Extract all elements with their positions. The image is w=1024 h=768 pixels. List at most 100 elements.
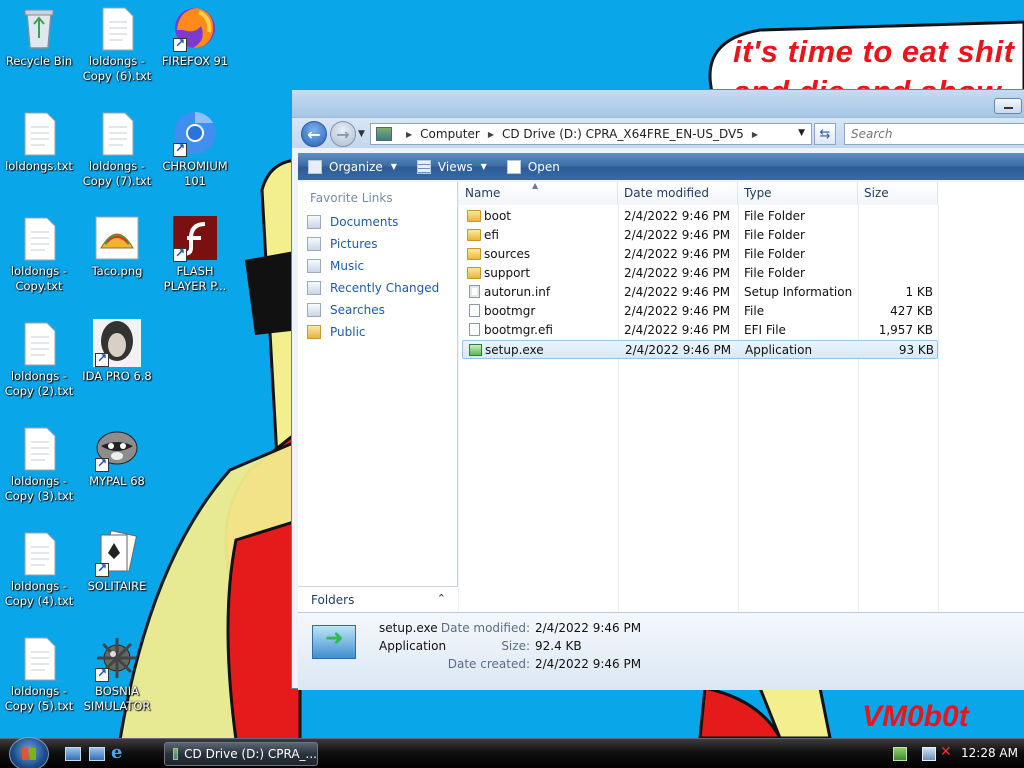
desktop-icon-loldongs-copy-5-txt[interactable]: loldongs - Copy (5).txt	[1, 634, 77, 714]
desktop-icon-label: IDA PRO 6.8	[82, 369, 152, 383]
address-bar[interactable]: ▶ Computer ▶ CD Drive (D:) CPRA_X64FRE_E…	[370, 123, 812, 145]
file-icon	[469, 323, 480, 336]
open-file-icon	[506, 159, 521, 174]
file-row[interactable]: bootmgr.efi 2/4/2022 9:46 PM EFI File 1,957…	[462, 321, 938, 340]
breadcrumb-separator-icon[interactable]: ▶	[488, 130, 494, 139]
switch-windows-icon[interactable]	[89, 747, 105, 761]
nav-link-label: Public	[330, 325, 366, 339]
nav-link-recently-changed[interactable]: Recently Changed	[298, 277, 457, 299]
desktop-icon-loldongs-txt[interactable]: loldongs.txt	[1, 109, 77, 174]
arrow-right-icon: →	[336, 124, 350, 144]
caret-down-icon: ▼	[480, 162, 487, 171]
desktop-icon-label: loldongs - Copy (3).txt	[4, 474, 74, 503]
window-titlebar[interactable]	[292, 90, 1024, 118]
file-row[interactable]: setup.exe 2/4/2022 9:46 PM Application 93 K…	[462, 340, 938, 359]
nav-link-pictures[interactable]: Pictures	[298, 233, 457, 255]
desktop-icon-flash-player[interactable]: FLASH PLAYER P...	[157, 214, 233, 294]
pictures-icon	[307, 237, 321, 251]
network-icon[interactable]	[922, 747, 936, 761]
internet-explorer-icon[interactable]: e	[111, 744, 127, 762]
network-activity-icon[interactable]	[893, 747, 907, 761]
file-name: bootmgr	[484, 304, 536, 318]
recent-pages-dropdown[interactable]: ▼	[358, 129, 365, 139]
desktop-icon-bosnia-simulator[interactable]: BOSNIA SIMULATOR	[79, 634, 155, 714]
explorer-window: ← → ▼ ▶ Computer ▶ CD Drive (D:) CPRA_X6…	[291, 89, 1024, 690]
forward-button[interactable]: →	[330, 121, 356, 147]
file-date-modified: 2/4/2022 9:46 PM	[624, 228, 731, 242]
file-row[interactable]: bootmgr 2/4/2022 9:46 PM File 427 KB	[462, 302, 938, 321]
nav-link-searches[interactable]: Searches	[298, 299, 457, 321]
desktop-icon-loldongs-copy-3-txt[interactable]: loldongs - Copy (3).txt	[1, 424, 77, 504]
shortcut-arrow-icon	[173, 36, 187, 52]
desktop-icon-loldongs-copy-txt[interactable]: loldongs - Copy.txt	[1, 214, 77, 294]
start-button[interactable]	[9, 737, 49, 768]
desktop-icon-solitaire[interactable]: SOLITAIRE	[79, 529, 155, 594]
desktop-icon-loldongs-copy-2-txt[interactable]: loldongs - Copy (2).txt	[1, 319, 77, 399]
desktop-icon-loldongs-copy-4-txt[interactable]: loldongs - Copy (4).txt	[1, 529, 77, 609]
file-row[interactable]: efi 2/4/2022 9:46 PM File Folder	[462, 226, 938, 245]
file-row[interactable]: sources 2/4/2022 9:46 PM File Folder	[462, 245, 938, 264]
desktop-icon-loldongs-copy-7-txt[interactable]: loldongs - Copy (7).txt	[79, 109, 155, 189]
file-row[interactable]: support 2/4/2022 9:46 PM File Folder	[462, 264, 938, 283]
file-name: boot	[484, 209, 512, 223]
file-size: 427 KB	[890, 304, 933, 318]
shortcut-arrow-icon	[95, 456, 109, 472]
file-name: support	[484, 266, 531, 280]
desktop-icon-recycle-bin[interactable]: Recycle Bin	[1, 4, 77, 69]
column-header-label: Type	[744, 186, 772, 200]
text-file-icon	[15, 424, 63, 472]
recycle-bin-icon	[15, 4, 63, 52]
folders-toggle[interactable]: Folders ⌃	[298, 586, 458, 612]
file-date-modified: 2/4/2022 9:46 PM	[624, 304, 731, 318]
clock[interactable]: 12:28 AM	[961, 746, 1018, 760]
volume-muted-icon[interactable]: ✕	[940, 745, 954, 759]
nav-link-music[interactable]: Music	[298, 255, 457, 277]
nav-link-label: Documents	[330, 215, 399, 229]
desktop-icon-loldongs-copy-6-txt[interactable]: loldongs - Copy (6).txt	[79, 4, 155, 84]
column-header-type[interactable]: Type	[738, 182, 858, 205]
file-type: File	[744, 304, 765, 318]
column-divider	[938, 205, 939, 612]
column-header-name[interactable]: Name ▲	[459, 181, 618, 205]
column-header-date-modified[interactable]: Date modified	[618, 182, 738, 205]
taskbar-button-explorer[interactable]: CD Drive (D:) CPRA_...	[164, 742, 318, 766]
taco-image-icon	[93, 214, 141, 262]
desktop-icon-taco-png[interactable]: Taco.png	[79, 214, 155, 279]
taskbar: e CD Drive (D:) CPRA_... ✕ 12:28 AM	[0, 737, 1024, 768]
address-dropdown-icon[interactable]: ▼	[798, 128, 805, 138]
views-button[interactable]: Views ▼	[407, 153, 497, 180]
file-row[interactable]: autorun.inf 2/4/2022 9:46 PM Setup Informa…	[462, 283, 938, 302]
minimize-button[interactable]	[994, 98, 1022, 114]
back-button[interactable]: ←	[301, 121, 327, 147]
nav-link-label: Searches	[330, 303, 385, 317]
system-tray: ✕ 12:28 AM	[885, 739, 1024, 768]
firefox-icon	[171, 4, 219, 52]
public-folder-icon	[307, 325, 321, 339]
documents-icon	[307, 215, 321, 229]
column-header-size[interactable]: Size	[858, 182, 938, 205]
breadcrumb-cd-drive[interactable]: CD Drive (D:) CPRA_X64FRE_EN-US_DV5	[502, 127, 744, 141]
organize-button[interactable]: Organize ▼	[298, 153, 407, 180]
file-size: 93 KB	[898, 343, 934, 357]
nav-link-documents[interactable]: Documents	[298, 211, 457, 233]
breadcrumb-computer[interactable]: Computer	[420, 127, 480, 141]
folder-icon	[467, 248, 481, 260]
navigation-pane: Favorite Links Documents Pictures Music …	[298, 182, 458, 612]
breadcrumb-separator-icon[interactable]: ▶	[406, 130, 412, 139]
desktop-icon-label: Recycle Bin	[5, 54, 73, 68]
breadcrumb-separator-icon[interactable]: ▶	[752, 130, 758, 139]
file-size: 1,957 KB	[878, 323, 933, 337]
nav-link-public[interactable]: Public	[298, 321, 457, 343]
desktop-icon-chromium[interactable]: CHROMIUM 101	[157, 109, 233, 189]
nav-link-label: Pictures	[330, 237, 378, 251]
solitaire-icon	[93, 529, 141, 577]
desktop-icon-mypal[interactable]: MYPAL 68	[79, 424, 155, 489]
refresh-button[interactable]: ⇆	[814, 123, 836, 145]
show-desktop-icon[interactable]	[65, 747, 81, 761]
file-row[interactable]: boot 2/4/2022 9:46 PM File Folder	[462, 207, 938, 226]
cd-drive-icon	[173, 748, 179, 760]
file-name: autorun.inf	[484, 285, 551, 299]
desktop-icon-firefox[interactable]: FIREFOX 91	[157, 4, 233, 69]
search-input[interactable]	[844, 123, 1024, 145]
desktop-icon-ida-pro[interactable]: IDA PRO 6.8	[79, 319, 155, 384]
